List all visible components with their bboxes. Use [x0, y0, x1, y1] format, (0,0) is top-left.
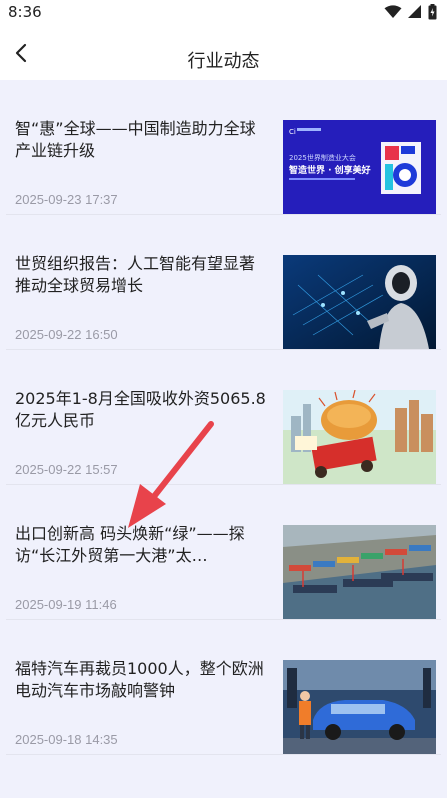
wifi-icon — [384, 5, 402, 18]
battery-icon — [428, 4, 437, 20]
app-screen: 8:36 行业动态 智“惠”全球——中国制造助力全球产业链升级 2025-09-… — [0, 0, 447, 798]
signal-icon — [408, 5, 421, 18]
news-title: 出口创新高 码头焕新“绿”——探访“长江外贸第一大港”太… — [15, 524, 245, 565]
news-date: 2025-09-18 14:35 — [15, 732, 118, 747]
car-factory-image — [283, 660, 436, 754]
status-icons — [384, 4, 437, 20]
news-item[interactable]: 世贸组织报告：人工智能有望显著推动全球贸易增长 2025-09-22 16:50 — [6, 215, 441, 350]
news-date: 2025-09-22 15:57 — [15, 462, 118, 477]
news-thumbnail — [283, 390, 436, 484]
status-bar: 8:36 — [0, 0, 447, 26]
header-bar: 行业动态 — [0, 26, 447, 80]
news-title: 福特汽车再裁员1000人，整个欧洲电动汽车市场敲响警钟 — [15, 659, 264, 700]
news-item[interactable]: 出口创新高 码头焕新“绿”——探访“长江外贸第一大港”太… 2025-09-19… — [6, 485, 441, 620]
news-title: 2025年1-8月全国吸收外资5065.8亿元人民币 — [15, 389, 266, 430]
news-date: 2025-09-19 11:46 — [15, 597, 117, 612]
news-date: 2025-09-22 16:50 — [15, 327, 118, 342]
news-item[interactable]: 智“惠”全球——中国制造助力全球产业链升级 2025-09-23 17:37 C… — [6, 80, 441, 215]
news-thumbnail — [283, 660, 436, 754]
news-list: 智“惠”全球——中国制造助力全球产业链升级 2025-09-23 17:37 C… — [0, 80, 447, 755]
news-item[interactable]: 2025年1-8月全国吸收外资5065.8亿元人民币 2025-09-22 15… — [6, 350, 441, 485]
news-title: 世贸组织报告：人工智能有望显著推动全球贸易增长 — [15, 254, 256, 295]
page-title: 行业动态 — [187, 51, 260, 72]
svg-text:Ci: Ci — [289, 128, 296, 136]
investment-cartoon-image — [283, 390, 436, 484]
expo-subtitle: 智造世界 · 创享美好 — [289, 164, 371, 176]
ai-robot-image — [283, 255, 436, 349]
news-title: 智“惠”全球——中国制造助力全球产业链升级 — [15, 119, 256, 160]
news-date: 2025-09-23 17:37 — [15, 192, 118, 207]
news-item[interactable]: 福特汽车再裁员1000人，整个欧洲电动汽车市场敲响警钟 2025-09-18 1… — [6, 620, 441, 755]
news-thumbnail — [283, 525, 436, 619]
svg-text:2025世界制造业大会: 2025世界制造业大会 — [289, 153, 356, 162]
port-aerial-image — [283, 525, 436, 619]
expo-banner-image: Ci 2025世界制造业大会 智造世界 · 创享美好 — [283, 120, 436, 214]
news-thumbnail — [283, 255, 436, 349]
status-time: 8:36 — [8, 3, 42, 21]
news-thumbnail: Ci 2025世界制造业大会 智造世界 · 创享美好 — [283, 120, 436, 214]
